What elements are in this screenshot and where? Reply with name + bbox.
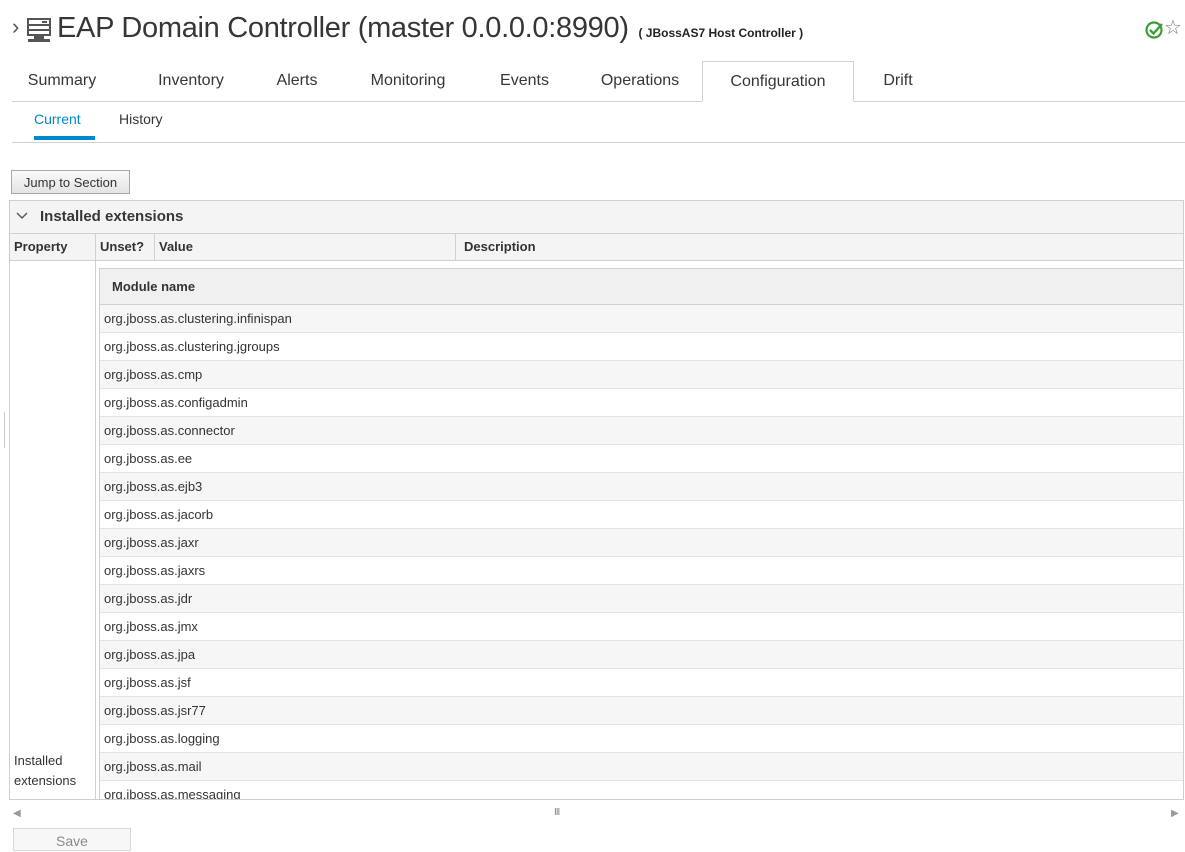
property-label: Installed extensions <box>14 753 77 788</box>
tab-summary[interactable]: Summary <box>12 61 112 101</box>
table-row[interactable]: org.jboss.as.jaxr <box>100 529 1183 557</box>
column-header-description[interactable]: Description <box>456 234 1183 260</box>
table-row[interactable]: org.jboss.as.jmx <box>100 613 1183 641</box>
sub-tabs: Current History <box>12 102 1185 143</box>
module-rows: org.jboss.as.clustering.infinispan org.j… <box>100 305 1183 799</box>
table-row[interactable]: org.jboss.as.ee <box>100 445 1183 473</box>
tab-inventory[interactable]: Inventory <box>141 61 241 101</box>
tab-operations[interactable]: Operations <box>585 61 695 101</box>
main-tabs: Summary Inventory Alerts Monitoring Even… <box>12 61 1185 102</box>
table-row[interactable]: org.jboss.as.jdr <box>100 585 1183 613</box>
side-panel-handle[interactable] <box>0 412 5 448</box>
active-subtab-indicator <box>34 136 95 140</box>
module-name-header[interactable]: Module name <box>100 269 1183 305</box>
table-row[interactable]: org.jboss.as.clustering.jgroups <box>100 333 1183 361</box>
table-row[interactable]: org.jboss.as.connector <box>100 417 1183 445</box>
scroll-left-icon[interactable]: ◀ <box>13 808 21 819</box>
column-header-value[interactable]: Value <box>155 234 456 260</box>
scroll-right-icon[interactable]: ▶ <box>1171 808 1179 819</box>
table-row[interactable]: org.jboss.as.jsr77 <box>100 697 1183 725</box>
tab-drift[interactable]: Drift <box>868 61 928 101</box>
table-row[interactable]: org.jboss.as.clustering.infinispan <box>100 305 1183 333</box>
table-row[interactable]: org.jboss.as.jaxrs <box>100 557 1183 585</box>
column-header-row: Property Unset? Value Description <box>10 234 1183 261</box>
scroll-thumb-grip-icon[interactable]: III <box>554 807 560 818</box>
subtab-current[interactable]: Current <box>34 111 81 127</box>
tab-alerts[interactable]: Alerts <box>262 61 332 101</box>
page-title: EAP Domain Controller (master 0.0.0.0:89… <box>57 12 803 45</box>
table-row[interactable]: org.jboss.as.cmp <box>100 361 1183 389</box>
module-name-table: Module name org.jboss.as.clustering.infi… <box>99 268 1183 799</box>
tab-monitoring[interactable]: Monitoring <box>352 61 464 101</box>
section-header[interactable]: Installed extensions <box>10 201 1183 234</box>
table-row[interactable]: org.jboss.as.ejb3 <box>100 473 1183 501</box>
column-header-property[interactable]: Property <box>10 234 96 260</box>
breadcrumb-caret[interactable]: › <box>12 14 19 40</box>
table-row[interactable]: org.jboss.as.jacorb <box>100 501 1183 529</box>
table-row[interactable]: org.jboss.as.mail <box>100 753 1183 781</box>
chevron-down-icon[interactable] <box>15 208 29 222</box>
save-button[interactable]: Save <box>13 828 131 851</box>
table-row[interactable]: org.jboss.as.jsf <box>100 669 1183 697</box>
table-row[interactable]: org.jboss.as.configadmin <box>100 389 1183 417</box>
check-circle-icon <box>1145 21 1163 39</box>
table-row[interactable]: org.jboss.as.logging <box>100 725 1183 753</box>
page-title-text: EAP Domain Controller (master 0.0.0.0:89… <box>57 12 629 44</box>
column-header-unset[interactable]: Unset? <box>96 234 155 260</box>
jump-to-section-button[interactable]: Jump to Section <box>11 170 130 194</box>
tab-events[interactable]: Events <box>487 61 562 101</box>
horizontal-scrollbar[interactable]: ◀ III ▶ <box>9 806 1184 822</box>
page-header: › EAP Domain Controller (master 0.0.0.0:… <box>0 0 1185 60</box>
server-icon <box>27 18 51 42</box>
section-title: Installed extensions <box>40 208 184 225</box>
table-row[interactable]: org.jboss.as.jpa <box>100 641 1183 669</box>
property-cell: Installed extensions <box>10 261 96 799</box>
subtab-history[interactable]: History <box>119 111 163 127</box>
installed-extensions-section: Installed extensions Property Unset? Val… <box>9 200 1184 800</box>
table-row[interactable]: org.jboss.as.messaging <box>100 781 1183 799</box>
star-outline-icon[interactable]: ☆ <box>1164 15 1182 40</box>
tab-configuration[interactable]: Configuration <box>702 61 854 102</box>
page-subtitle: ( JBossAS7 Host Controller ) <box>638 26 804 40</box>
